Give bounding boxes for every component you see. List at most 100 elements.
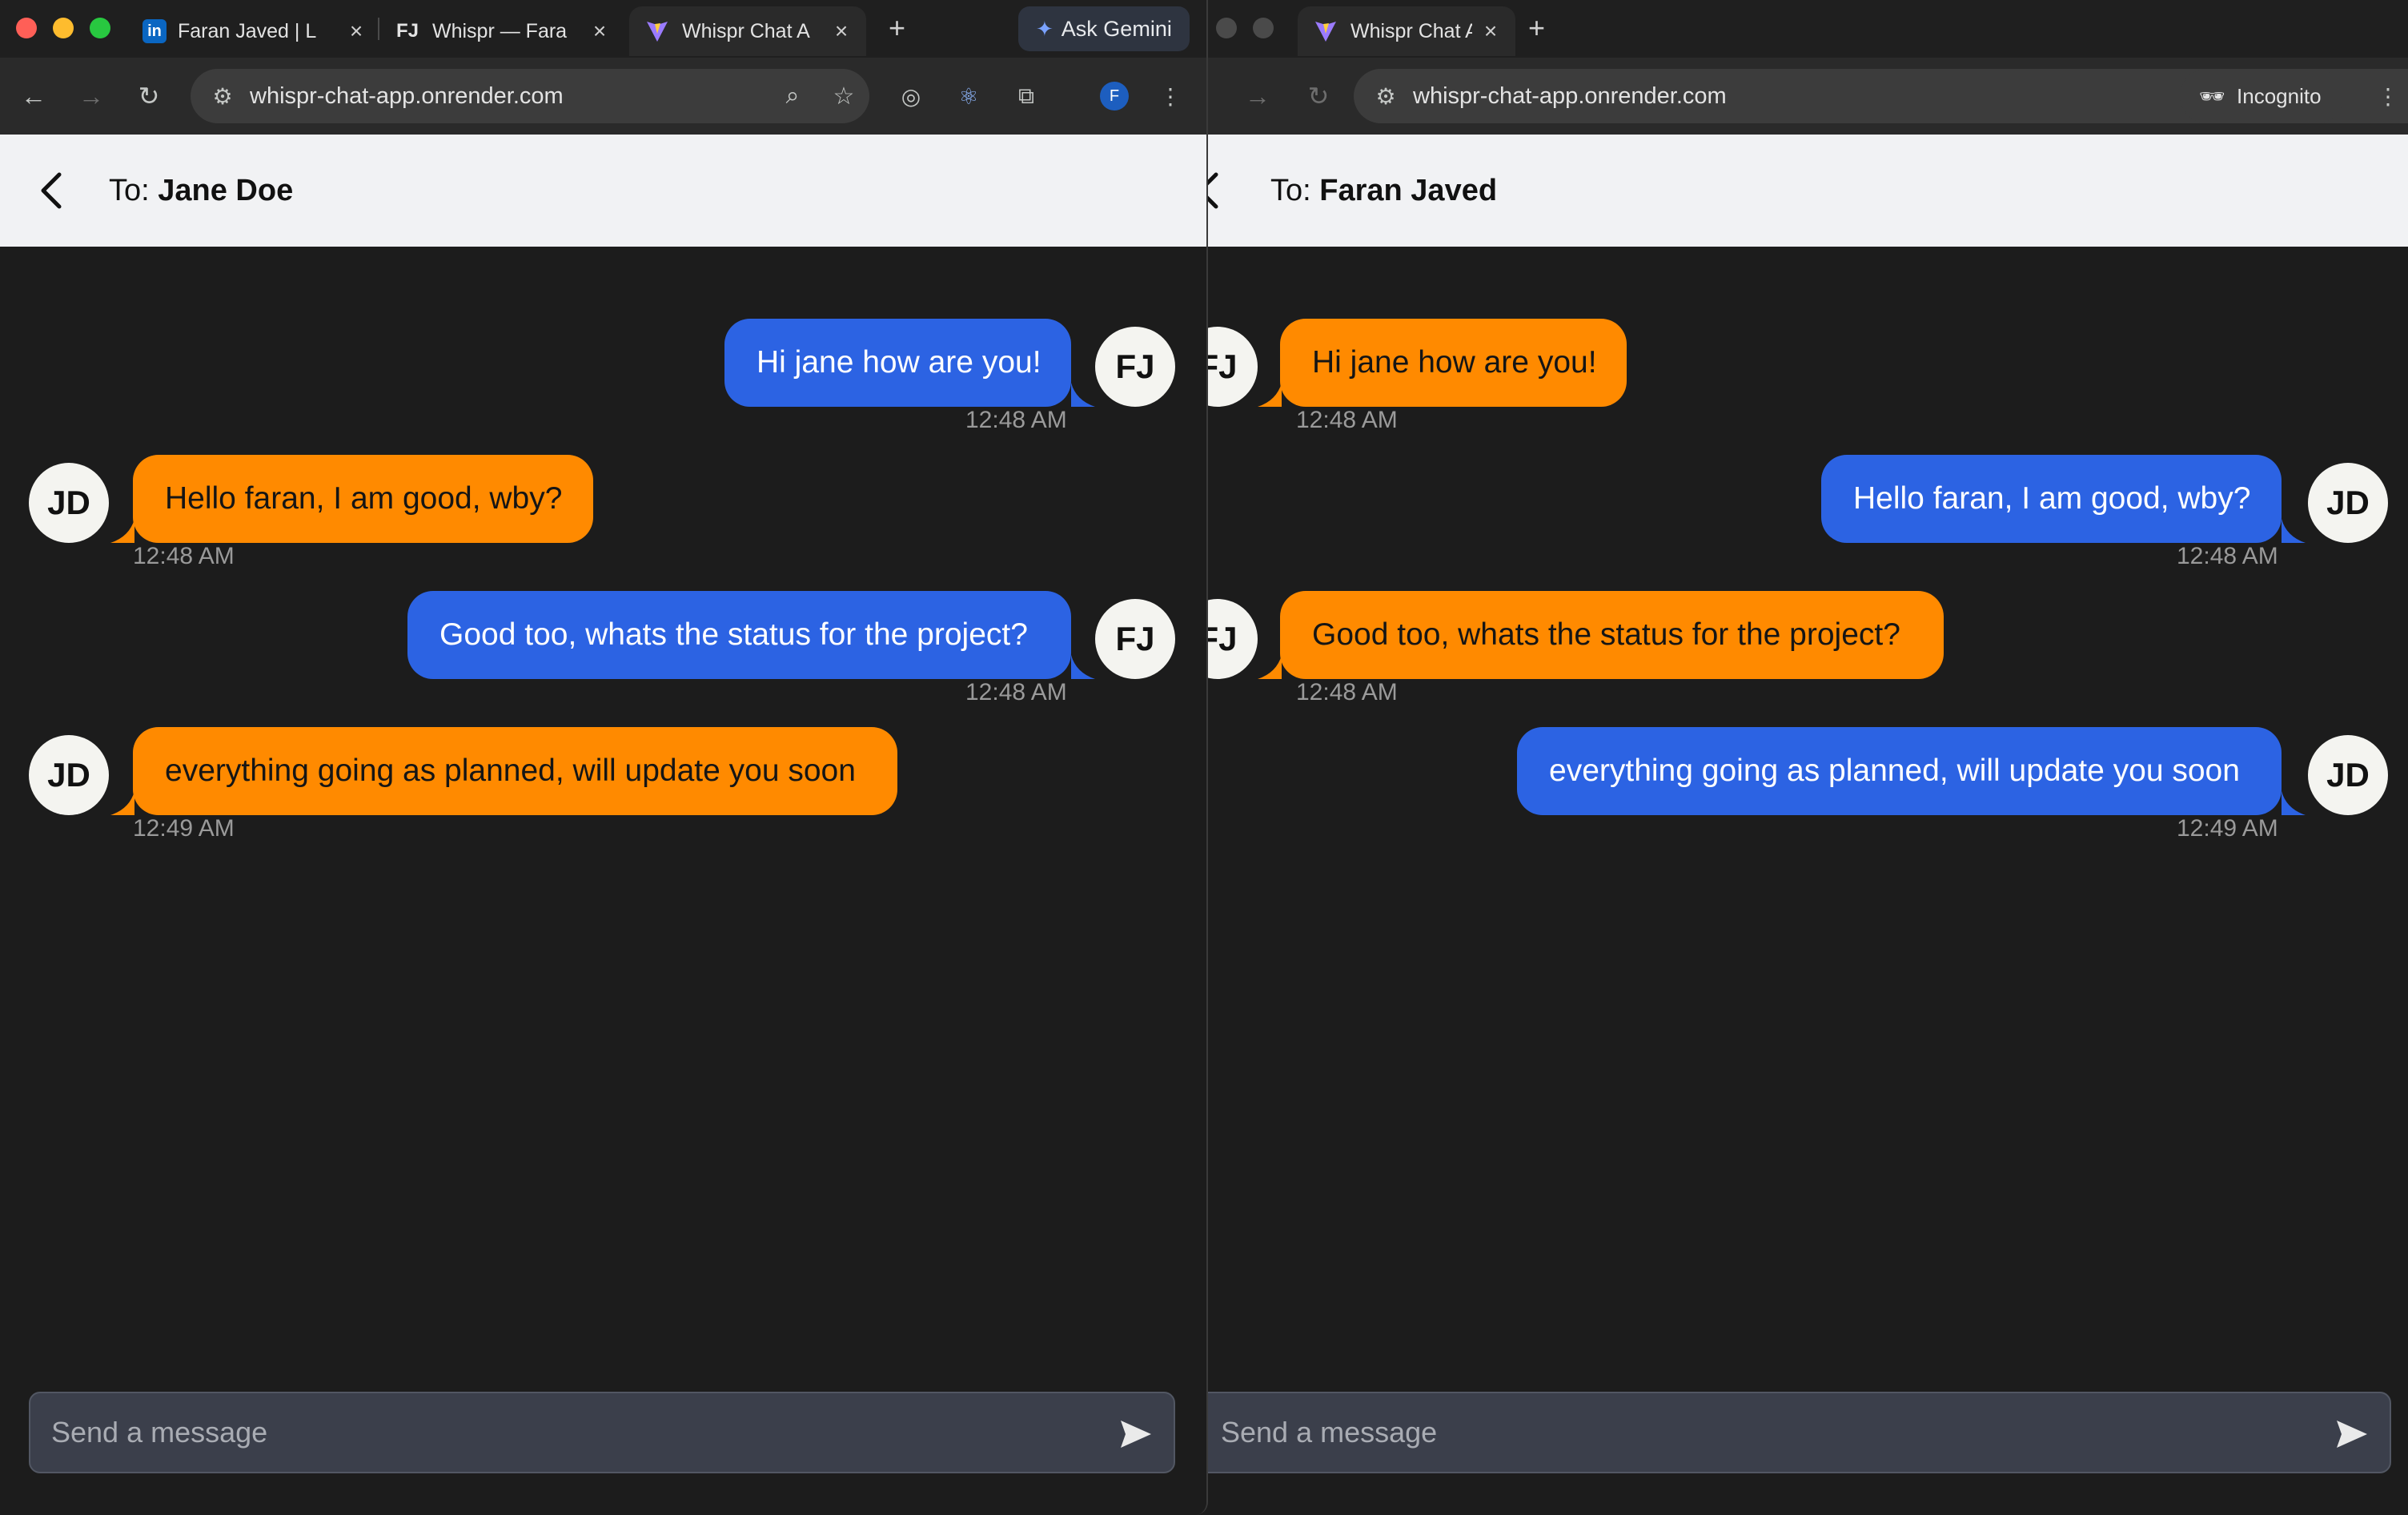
message-composer	[1208, 1392, 2391, 1473]
incognito-indicator[interactable]: 🕶 Incognito	[2180, 69, 2344, 123]
back-button[interactable]: ←	[16, 78, 51, 114]
tab-strip: in Faran Javed | L × FJ Whispr — Fara × …	[0, 0, 1206, 58]
recipient-name: Jane Doe	[158, 174, 294, 207]
message-timestamp: 12:48 AM	[2177, 543, 2278, 569]
send-icon[interactable]	[1118, 1416, 1154, 1453]
browser-toolbar: ← → ↻ ⚙ whispr-chat-app.onrender.com ⌕ ☆…	[0, 58, 1206, 135]
linkedin-icon: in	[142, 19, 167, 43]
more-menu-icon[interactable]: ⋮	[1153, 78, 1188, 114]
url-text[interactable]: whispr-chat-app.onrender.com	[250, 83, 767, 110]
profile-initial: F	[1100, 82, 1129, 111]
bubble-tail	[1258, 383, 1282, 407]
site-settings-icon[interactable]: ⚙	[1370, 83, 1402, 110]
send-icon[interactable]	[2334, 1416, 2370, 1453]
tab-title: Whispr — Fara	[432, 19, 568, 42]
reload-button[interactable]: ↻	[1301, 78, 1336, 114]
bubble-tail	[1071, 655, 1095, 679]
avatar: FJ	[1208, 599, 1258, 679]
close-icon[interactable]: ×	[346, 18, 367, 44]
gemini-sparkle-icon: ✦	[1036, 16, 1054, 41]
bubble-tail	[110, 791, 134, 815]
ask-gemini-button[interactable]: ✦ Ask Gemini	[1018, 6, 1190, 51]
avatar: FJ	[1095, 327, 1175, 407]
bubble-tail	[110, 519, 134, 543]
received-message-bubble: Good too, whats the status for the proje…	[1280, 591, 1944, 679]
tab-title: Whispr Chat A	[682, 19, 810, 42]
close-icon[interactable]: ×	[1480, 18, 1501, 44]
received-message-bubble: everything going as planned, will update…	[133, 727, 897, 815]
received-message-bubble: Hi jane how are you!	[1280, 319, 1627, 407]
message-input[interactable]	[30, 1393, 1174, 1472]
vite-logo-icon	[1312, 18, 1339, 45]
react-devtools-icon[interactable]: ⚛	[951, 78, 986, 114]
forward-button[interactable]: →	[1240, 78, 1275, 114]
extension-target-icon[interactable]: ◎	[893, 78, 929, 114]
more-menu-icon[interactable]: ⋮	[2370, 78, 2406, 114]
incognito-icon: 🕶	[2199, 83, 2226, 108]
recipient-prefix: To:	[1270, 174, 1311, 207]
minimize-window-button[interactable]	[1253, 18, 1274, 38]
message-timestamp: 12:49 AM	[2177, 815, 2278, 842]
forward-button[interactable]: →	[74, 78, 109, 114]
vite-logo-icon	[644, 18, 671, 45]
chevron-left-icon[interactable]	[32, 170, 72, 211]
zoom-icon[interactable]: ⌕	[767, 82, 818, 110]
sent-message-bubble: Hi jane how are you!	[724, 319, 1071, 407]
message-list: FJ Hi jane how are you! 12:48 AM Hello f…	[1208, 247, 2408, 1360]
bubble-tail	[2282, 791, 2306, 815]
fj-logo-icon: FJ	[395, 20, 419, 42]
recipient-title: To: Jane Doe	[109, 135, 293, 247]
chevron-left-icon[interactable]	[1208, 170, 1229, 211]
avatar: FJ	[1095, 599, 1175, 679]
new-tab-button[interactable]: +	[1528, 11, 1545, 45]
bubble-tail	[1258, 655, 1282, 679]
tab-title: Faran Javed | L	[178, 19, 317, 42]
tab-whispr-chat-app[interactable]: Whispr Chat App ×	[1298, 6, 1515, 56]
recipient-prefix: To:	[109, 174, 150, 207]
message-timestamp: 12:48 AM	[965, 679, 1067, 705]
tab-whispr-faran[interactable]: FJ Whispr — Fara ×	[394, 6, 610, 56]
message-input[interactable]	[1208, 1393, 2390, 1472]
close-window-button[interactable]	[16, 18, 37, 38]
close-icon[interactable]: ×	[589, 18, 610, 44]
sent-message-bubble: Good too, whats the status for the proje…	[407, 591, 1071, 679]
extensions-puzzle-icon[interactable]: ⧉	[1009, 78, 1044, 114]
avatar: FJ	[1208, 327, 1258, 407]
sent-message-bubble: everything going as planned, will update…	[1517, 727, 2282, 815]
message-timestamp: 12:49 AM	[133, 815, 235, 842]
browser-window-left: in Faran Javed | L × FJ Whispr — Fara × …	[0, 0, 1208, 1515]
chat-header: To: Faran Javed	[1208, 135, 2408, 247]
tab-strip: Whispr Chat App × +	[1208, 0, 2408, 58]
bookmark-star-icon[interactable]: ☆	[818, 82, 869, 111]
site-settings-icon[interactable]: ⚙	[207, 83, 239, 110]
tab-divider	[378, 18, 379, 40]
address-bar[interactable]: ⚙ whispr-chat-app.onrender.com ⌕ ☆	[191, 69, 869, 123]
recipient-name: Faran Javed	[1319, 174, 1498, 207]
avatar: JD	[29, 735, 109, 815]
bubble-tail	[1071, 383, 1095, 407]
avatar: JD	[2308, 463, 2388, 543]
maximize-window-button[interactable]	[90, 18, 110, 38]
ask-gemini-label: Ask Gemini	[1061, 16, 1172, 41]
tab-linkedin[interactable]: in Faran Javed | L ×	[142, 6, 367, 56]
avatar: JD	[2308, 735, 2388, 815]
minimize-window-button[interactable]	[53, 18, 74, 38]
reload-button[interactable]: ↻	[131, 78, 167, 114]
message-timestamp: 12:48 AM	[133, 543, 235, 569]
message-composer	[29, 1392, 1175, 1473]
message-timestamp: 12:48 AM	[1296, 679, 1398, 705]
tab-whispr-chat-active[interactable]: Whispr Chat A ×	[629, 6, 866, 56]
bubble-tail	[2282, 519, 2306, 543]
chat-header: To: Jane Doe	[0, 135, 1206, 247]
avatar: JD	[29, 463, 109, 543]
message-timestamp: 12:48 AM	[1296, 407, 1398, 433]
sent-message-bubble: Hello faran, I am good, wby?	[1821, 455, 2282, 543]
close-window-button[interactable]	[1216, 18, 1237, 38]
close-icon[interactable]: ×	[831, 18, 852, 44]
new-tab-button[interactable]: +	[889, 11, 905, 45]
message-list: Hi jane how are you! 12:48 AM FJ JD Hell…	[0, 247, 1206, 1360]
recipient-title: To: Faran Javed	[1270, 135, 1497, 247]
profile-avatar[interactable]: F	[1097, 78, 1132, 114]
received-message-bubble: Hello faran, I am good, wby?	[133, 455, 593, 543]
tab-title: Whispr Chat App	[1350, 19, 1472, 42]
